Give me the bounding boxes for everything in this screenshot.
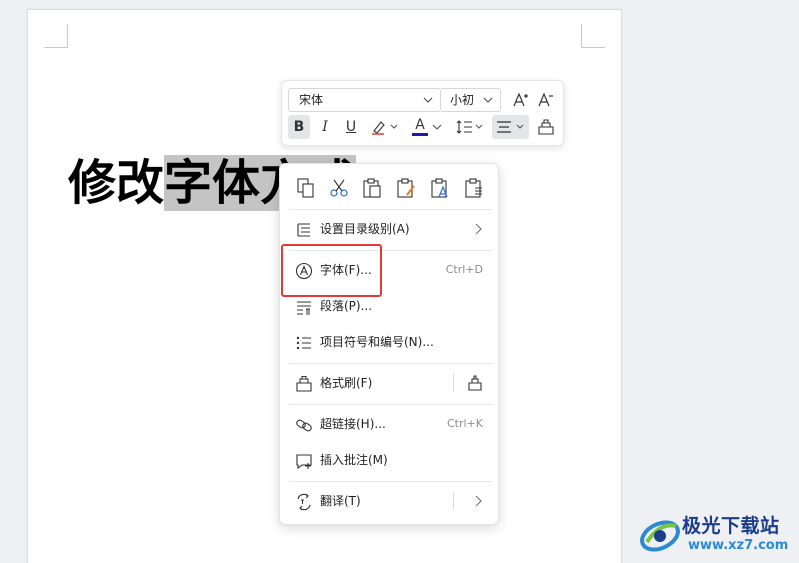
- chevron-right-icon: [475, 223, 482, 235]
- menu-item-label: 项目符号和编号(N)...: [320, 335, 434, 349]
- paste-text-only-icon[interactable]: [429, 177, 451, 199]
- paste-icon[interactable]: [361, 177, 383, 199]
- menu-item-label: 翻译(T): [320, 494, 361, 508]
- bullet-list-icon: [296, 336, 311, 350]
- menu-item-hyperlink[interactable]: 超链接(H)... Ctrl+K: [280, 409, 498, 439]
- link-icon: [296, 419, 312, 432]
- menu-item-divider: [453, 492, 454, 510]
- menu-item-label: 段落(P)...: [320, 299, 373, 313]
- menu-item-shortcut: Ctrl+K: [446, 417, 483, 430]
- menu-separator: [289, 363, 492, 364]
- line-spacing-icon: [456, 120, 483, 134]
- line-spacing-button[interactable]: [453, 115, 487, 139]
- paragraph-icon: [297, 301, 311, 315]
- font-name-value: 宋体: [299, 93, 324, 107]
- bold-label: B: [293, 119, 305, 135]
- menu-item-label: 字体(F)...: [320, 263, 372, 277]
- toc-level-icon: [297, 223, 310, 237]
- menu-item-label: 设置目录级别(A): [320, 222, 410, 236]
- chevron-down-icon: [432, 124, 442, 130]
- menu-item-paragraph[interactable]: 段落(P)...: [280, 291, 498, 321]
- menu-item-font[interactable]: 字体(F)... Ctrl+D: [280, 255, 498, 285]
- underline-label: U: [345, 119, 357, 135]
- menu-item-label: 格式刷(F): [320, 376, 373, 390]
- site-watermark: 极光下载站 www.xz7.com: [638, 510, 796, 560]
- format-painter-toolbar-button[interactable]: [534, 115, 558, 139]
- menu-item-label: 插入批注(M): [320, 453, 388, 467]
- menu-item-insert-comment[interactable]: 插入批注(M): [280, 445, 498, 475]
- decrease-font-icon: [538, 92, 553, 107]
- menu-separator: [289, 250, 492, 251]
- alignment-button[interactable]: [492, 115, 529, 139]
- paste-special-icon[interactable]: [463, 177, 485, 199]
- comment-icon: [296, 454, 312, 470]
- mini-format-toolbar: 宋体 小初 B I U A: [281, 80, 564, 146]
- font-color-bar: [412, 133, 428, 136]
- watermark-url: www.xz7.com: [688, 538, 789, 553]
- page-corner-mark-top-right: [581, 24, 605, 48]
- menu-item-format-painter[interactable]: 格式刷(F): [280, 368, 498, 398]
- menu-separator: [289, 404, 492, 405]
- translate-icon: [297, 493, 311, 511]
- highlighter-icon: [372, 121, 398, 135]
- page-corner-mark-top-left: [44, 24, 68, 48]
- font-name-select[interactable]: 宋体: [288, 88, 441, 112]
- italic-button[interactable]: I: [314, 115, 336, 139]
- increase-font-icon: [513, 92, 528, 107]
- font-size-value: 小初: [450, 93, 475, 107]
- copy-icon[interactable]: [295, 177, 317, 199]
- bold-button[interactable]: B: [288, 115, 310, 139]
- menu-separator: [289, 481, 492, 482]
- increase-font-size-button[interactable]: [510, 88, 532, 112]
- align-center-icon: [496, 121, 523, 133]
- chevron-down-icon: [483, 97, 493, 103]
- paste-keep-format-icon[interactable]: [395, 177, 417, 199]
- menu-separator: [289, 209, 492, 210]
- font-color-letter: A: [415, 117, 425, 133]
- menu-item-divider: [453, 374, 454, 392]
- doc-text-unselected: 修改: [68, 155, 165, 211]
- menu-item-toc-level[interactable]: 设置目录级别(A): [280, 214, 498, 244]
- cut-icon[interactable]: [328, 177, 350, 199]
- menu-item-translate[interactable]: 翻译(T): [280, 486, 498, 516]
- menu-item-label: 超链接(H)...: [320, 417, 386, 431]
- format-painter-lock-icon[interactable]: [466, 374, 484, 392]
- menu-item-shortcut: Ctrl+D: [445, 263, 483, 276]
- doc-text-selected-visible: 字体: [164, 155, 261, 211]
- context-menu: 设置目录级别(A) 字体(F)... Ctrl+D 段落(P)... 项目符号和…: [279, 163, 499, 525]
- chevron-right-icon: [475, 495, 482, 507]
- chevron-down-icon: [423, 97, 433, 103]
- font-color-swatch: A: [412, 117, 428, 137]
- watermark-title: 极光下载站: [682, 515, 780, 537]
- font-circle-a-icon: [295, 262, 313, 280]
- format-painter-icon: [296, 375, 312, 392]
- format-painter-icon: [538, 119, 554, 135]
- menu-item-bullets-numbering[interactable]: 项目符号和编号(N)...: [280, 327, 498, 357]
- watermark-logo-icon: [640, 520, 680, 552]
- font-size-select[interactable]: 小初: [441, 88, 501, 112]
- italic-label: I: [322, 119, 328, 135]
- font-color-button[interactable]: A: [410, 115, 444, 139]
- decrease-font-size-button[interactable]: [535, 88, 557, 112]
- underline-button[interactable]: U: [340, 115, 362, 139]
- highlight-color-button[interactable]: [368, 115, 402, 139]
